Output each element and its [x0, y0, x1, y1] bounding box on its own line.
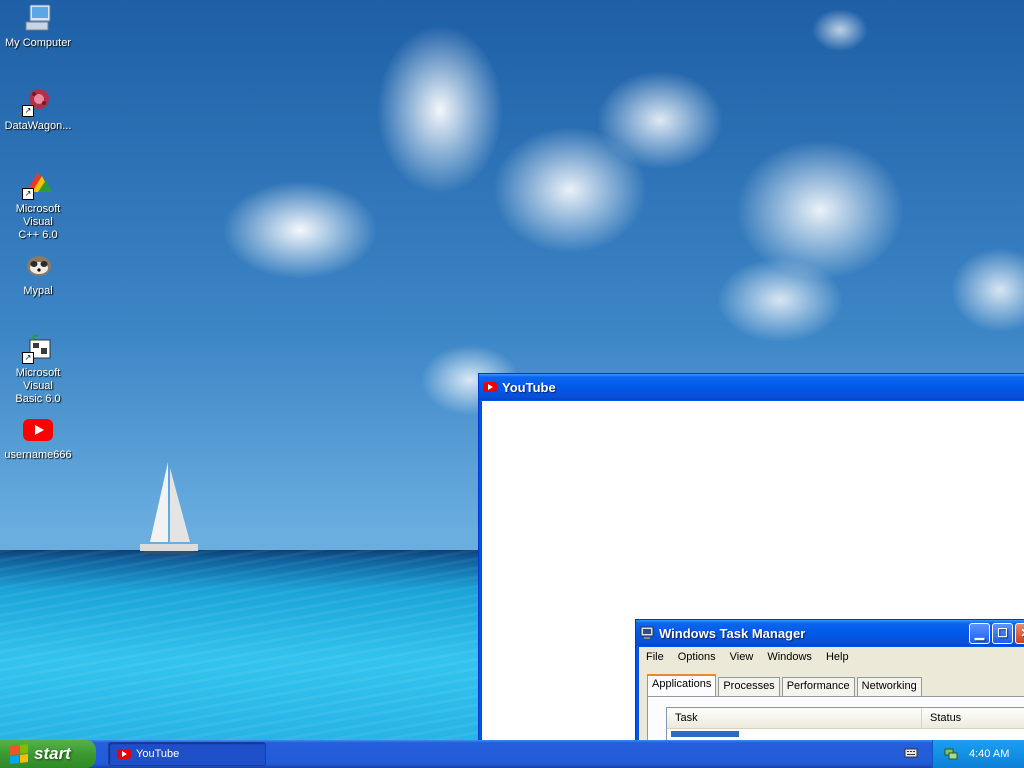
desktop-icon-label-line2: C++ 6.0 — [18, 229, 58, 241]
taskbar-item-label: YouTube — [136, 748, 180, 760]
tab-networking[interactable]: Networking — [856, 677, 922, 698]
youtube-icon — [22, 414, 54, 446]
keyboard-icon[interactable] — [904, 746, 918, 760]
tab-processes[interactable]: Processes — [718, 677, 780, 698]
menu-view[interactable]: View — [723, 651, 761, 663]
youtube-window-titlebar[interactable]: YouTube — [479, 374, 1024, 400]
desktop-icon-label-line2: Basic 6.0 — [15, 393, 61, 405]
task-manager-icon — [640, 626, 654, 640]
desktop-icon-label-line1: Microsoft Visual — [15, 203, 61, 228]
desktop-icon-label: DataWagon... — [4, 120, 72, 132]
clock[interactable]: 4:40 AM — [969, 748, 1009, 760]
computer-icon — [22, 2, 54, 34]
start-button[interactable]: start — [0, 740, 96, 768]
window-title: YouTube — [502, 379, 556, 395]
desktop-icon-visual-basic[interactable]: ↗ Microsoft Visual Basic 6.0 — [0, 332, 76, 406]
column-header-task[interactable]: Task — [667, 708, 922, 728]
task-manager-titlebar[interactable]: Windows Task Manager ▁ ☐ ✕ — [636, 620, 1024, 646]
menu-bar: File Options View Windows Help — [639, 647, 1024, 667]
desktop-icon-my-computer[interactable]: My Computer — [0, 2, 76, 50]
desktop-icon-visual-cpp[interactable]: ↗ Microsoft Visual C++ 6.0 — [0, 168, 76, 242]
shortcut-arrow-icon: ↗ — [22, 105, 34, 117]
close-button[interactable]: ✕ — [1015, 622, 1024, 644]
wallpaper-sailboat — [140, 462, 198, 554]
youtube-icon — [483, 380, 497, 394]
desktop-icon-label: username666 — [4, 449, 72, 461]
shortcut-arrow-icon: ↗ — [22, 188, 34, 200]
mypal-raccoon-icon — [22, 250, 54, 282]
desktop-icon-datawagon[interactable]: ↗ DataWagon... — [0, 85, 76, 133]
maximize-button[interactable]: ☐ — [992, 622, 1013, 644]
taskbar-item-youtube[interactable]: YouTube — [108, 742, 266, 766]
taskbar: start YouTube 4:40 AM — [0, 740, 1024, 768]
desktop-icon-label: Mypal — [23, 285, 53, 297]
start-label: start — [34, 744, 71, 763]
close-icon: ✕ — [1020, 626, 1024, 640]
menu-help[interactable]: Help — [819, 651, 856, 663]
system-tray: 4:40 AM — [932, 740, 1024, 768]
datawagon-icon: ↗ — [22, 85, 54, 117]
maximize-icon: ☐ — [997, 626, 1008, 640]
minimize-button[interactable]: ▁ — [969, 622, 990, 644]
task-list-header: Task Status — [667, 708, 1024, 729]
minimize-icon: ▁ — [974, 626, 985, 640]
tab-performance[interactable]: Performance — [781, 677, 855, 698]
desktop-icon-username666[interactable]: username666 — [0, 414, 76, 462]
desktop-icon-mypal[interactable]: Mypal — [0, 250, 76, 298]
window-title: Windows Task Manager — [659, 625, 806, 641]
windows-flag-icon — [10, 744, 28, 764]
desktop-icon-label: My Computer — [4, 37, 72, 49]
column-header-status[interactable]: Status — [922, 708, 1024, 728]
visual-basic-icon: ↗ — [22, 332, 54, 364]
menu-file[interactable]: File — [639, 651, 671, 663]
visual-cpp-icon: ↗ — [22, 168, 54, 200]
youtube-icon — [117, 749, 131, 759]
menu-options[interactable]: Options — [671, 651, 723, 663]
network-icon[interactable] — [943, 746, 959, 762]
list-item[interactable] — [671, 731, 739, 737]
desktop-icon-label-line1: Microsoft Visual — [15, 367, 61, 392]
menu-windows[interactable]: Windows — [760, 651, 819, 663]
shortcut-arrow-icon: ↗ — [22, 352, 34, 364]
